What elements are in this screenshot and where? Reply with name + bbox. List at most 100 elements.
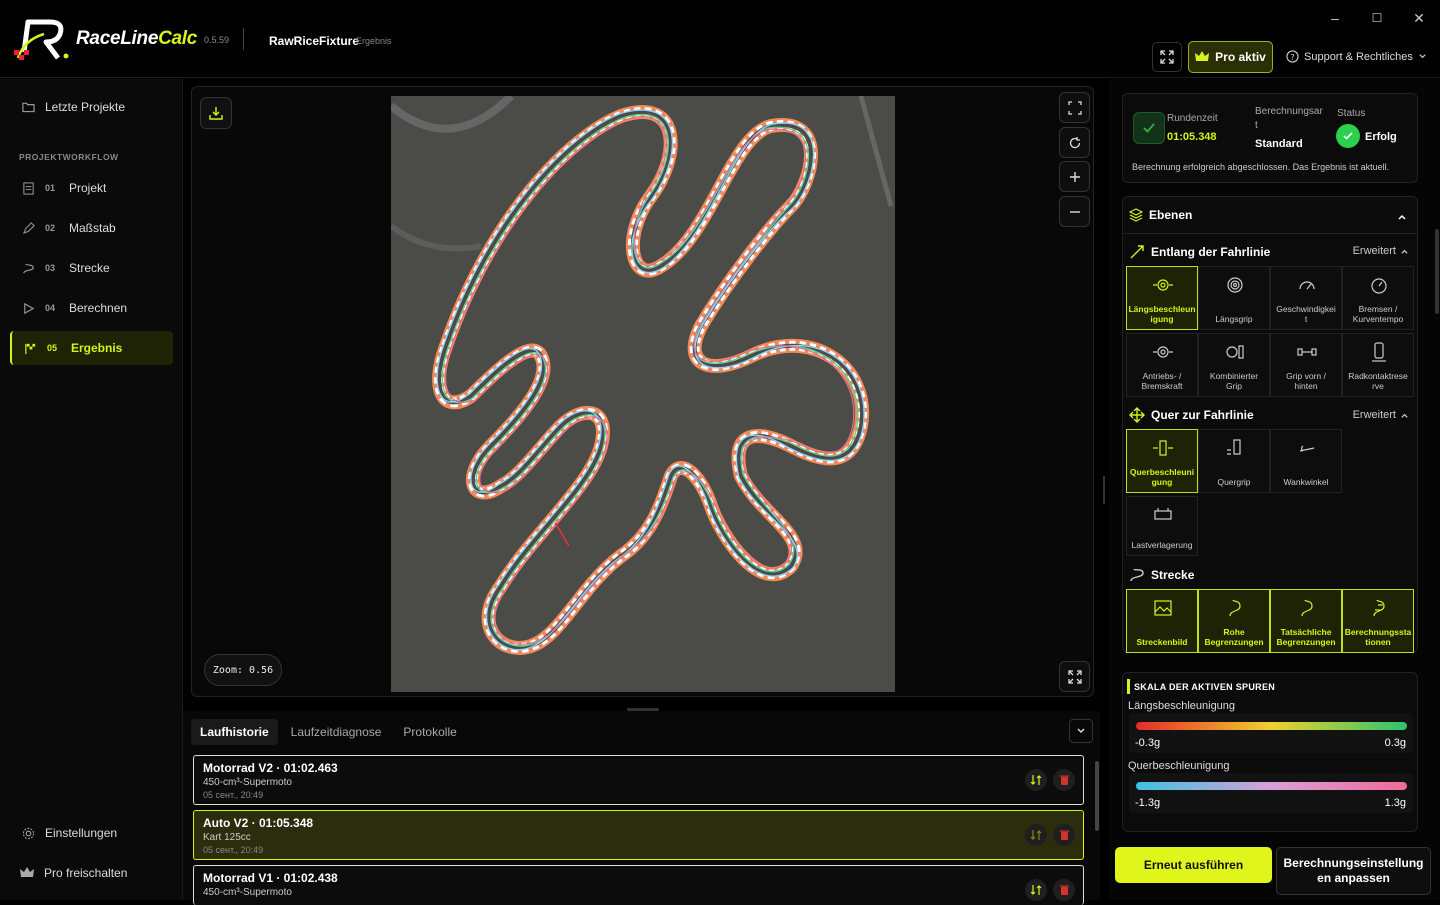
stations-icon (1373, 599, 1385, 617)
sidebar-item-berechnen[interactable]: 04 Berechnen (10, 291, 173, 325)
adjust-settings-button[interactable]: Berechnungseinstellung en anpassen (1276, 847, 1431, 895)
maximize-button[interactable]: ☐ (1367, 8, 1387, 28)
status-value: Erfolg (1365, 131, 1397, 143)
minimize-button[interactable]: – (1325, 8, 1345, 28)
export-button[interactable] (200, 97, 232, 129)
collapse-panel-button[interactable] (1069, 719, 1093, 743)
sidebar-item-settings[interactable]: Einstellungen (10, 816, 173, 850)
layer-tile-bremsen[interactable]: Bremsen / Kurventempo (1342, 266, 1414, 330)
track-image[interactable] (388, 93, 895, 692)
track-layers-header: Strecke (1129, 567, 1194, 583)
check-icon (1343, 132, 1353, 140)
right-panel-scrollbar[interactable] (1435, 229, 1439, 314)
trash-icon (1059, 830, 1069, 840)
reset-view-button[interactable] (1059, 127, 1090, 158)
across-racing-line-header: Quer zur Fahrlinie (1129, 407, 1254, 423)
fit-view-button[interactable] (1059, 92, 1090, 123)
sidebar-item-projekt[interactable]: 01 Projekt (10, 171, 173, 205)
layer-tile-antriebskraft[interactable]: Antriebs- / Bremskraft (1126, 333, 1198, 397)
layer-tile-geschwindigkeit[interactable]: Geschwindigkei t (1270, 266, 1342, 330)
along-racing-line-header: Entlang der Fahrlinie (1129, 244, 1270, 260)
panel-splitter[interactable] (1103, 476, 1105, 504)
compare-button[interactable] (1025, 824, 1047, 846)
checkered-flag-icon (25, 343, 36, 354)
sidebar-item-massstab[interactable]: 02 Maßstab (10, 211, 173, 245)
active-trace-scale-card: SKALA DER AKTIVEN SPUREN Längsbeschleuni… (1122, 672, 1418, 832)
support-menu[interactable]: ? Support & Rechtliches (1286, 50, 1427, 63)
track-map (388, 93, 894, 655)
sidebar-item-strecke[interactable]: 03 Strecke (10, 251, 173, 285)
pencil-icon (22, 221, 35, 234)
layer-tile-berechnungsstationen[interactable]: Berechnungssta tionen (1342, 589, 1414, 653)
route-icon (23, 263, 34, 273)
layer-tile-radkontaktreserve[interactable]: Radkontaktrese rve (1342, 333, 1414, 397)
run-history-item[interactable]: Motorrad V2 · 01:02.463 450-cm³-Supermot… (193, 755, 1084, 805)
swap-icon (1030, 830, 1042, 840)
wheel-contact-icon (1372, 342, 1386, 362)
sidebar-item-ergebnis[interactable]: 05 Ergebnis (10, 331, 173, 365)
success-check (1133, 112, 1165, 144)
lateral-grip-icon (1227, 439, 1241, 455)
check-icon (1143, 123, 1155, 133)
layer-tile-lastverlagerung[interactable]: Lastverlagerung (1126, 496, 1198, 556)
delete-button[interactable] (1053, 879, 1075, 901)
pro-active-button[interactable]: Pro aktiv (1188, 41, 1273, 73)
layer-tile-querbeschleunigung[interactable]: Querbeschleuni gung (1126, 429, 1198, 493)
run-history-item[interactable]: Motorrad V1 · 01:02.438 450-cm³-Supermot… (193, 865, 1084, 905)
delete-button[interactable] (1053, 769, 1075, 791)
workflow-label: PROJEKTWORKFLOW (19, 152, 119, 162)
track-viewer[interactable]: Zoom: 0.56 (191, 86, 1094, 697)
along-mode-toggle[interactable]: Erweitert (1353, 245, 1409, 257)
across-mode-toggle[interactable]: Erweitert (1353, 409, 1409, 421)
crown-icon (20, 867, 34, 877)
calc-mode-value: Standard (1255, 138, 1303, 150)
layer-tile-tatsaechliche-begrenzungen[interactable]: Tatsächliche Begrenzungen (1270, 589, 1342, 653)
tab-laufzeitdiagnose[interactable]: Laufzeitdiagnose (282, 719, 391, 745)
sidebar-item-recent-projects[interactable]: Letzte Projekte (10, 90, 173, 124)
close-button[interactable]: ✕ (1409, 8, 1429, 28)
title-bar: RaceLineCalc 0.5.59 RawRiceFixture Ergeb… (0, 0, 1440, 78)
layer-tile-quergrip[interactable]: Quergrip (1198, 429, 1270, 493)
sidebar-item-unlock-pro[interactable]: Pro freischalten (10, 856, 173, 890)
divider (1123, 233, 1417, 234)
title-divider (243, 28, 244, 50)
layer-tile-wankwinkel[interactable]: Wankwinkel (1270, 429, 1342, 493)
rerun-button[interactable]: Erneut ausführen (1115, 847, 1272, 883)
chevron-up-icon[interactable] (1397, 212, 1407, 222)
layer-tile-laengsgrip[interactable]: Längsgrip (1198, 266, 1270, 330)
lap-time-value: 01:05.348 (1167, 131, 1217, 143)
layer-tile-grip-vorn-hinten[interactable]: Grip vorn / hinten (1270, 333, 1342, 397)
project-stage: Ergebnis (356, 36, 392, 46)
layer-tile-streckenbild[interactable]: Streckenbild (1126, 589, 1198, 653)
zoom-in-button[interactable] (1059, 161, 1090, 192)
lap-time-label: Rundenzeit (1167, 113, 1218, 124)
lateral-accel-icon (1153, 440, 1173, 456)
lat-accel-gradient (1136, 782, 1407, 790)
delete-button[interactable] (1053, 824, 1075, 846)
tab-laufhistorie[interactable]: Laufhistorie (191, 719, 278, 745)
history-scrollbar[interactable] (1095, 761, 1099, 831)
layer-tile-laengsbeschleunigung[interactable]: Längsbeschleun igung (1126, 266, 1198, 330)
layer-tile-kombinierter-grip[interactable]: Kombinierter Grip (1198, 333, 1270, 397)
long-accel-gradient (1136, 722, 1407, 730)
expand-icon (1160, 50, 1174, 64)
compare-button[interactable] (1025, 769, 1047, 791)
tab-protokolle[interactable]: Protokolle (394, 719, 465, 745)
layers-icon (1129, 208, 1143, 222)
trash-icon (1059, 885, 1069, 895)
plus-icon (1069, 171, 1080, 182)
folder-icon (22, 102, 35, 113)
route-icon (1130, 568, 1144, 582)
svg-text:?: ? (1290, 52, 1294, 62)
fullscreen-map-button[interactable] (1059, 661, 1090, 692)
layers-header[interactable]: Ebenen (1129, 208, 1192, 222)
status-message: Berechnung erfolgreich abgeschlossen. Da… (1132, 162, 1390, 172)
long-accel-max: 0.3g (1384, 737, 1406, 749)
zoom-out-button[interactable] (1059, 196, 1090, 227)
layer-tile-rohe-begrenzungen[interactable]: Rohe Begrenzungen (1198, 589, 1270, 653)
crown-icon (1195, 51, 1210, 61)
run-history-item-selected[interactable]: Auto V2 · 01:05.348 Kart 125cc 05 сент.,… (193, 810, 1084, 860)
fullscreen-button[interactable] (1152, 42, 1182, 72)
compare-button[interactable] (1025, 879, 1047, 901)
bottom-panel: Laufhistorie Laufzeitdiagnose Protokolle… (183, 711, 1100, 905)
